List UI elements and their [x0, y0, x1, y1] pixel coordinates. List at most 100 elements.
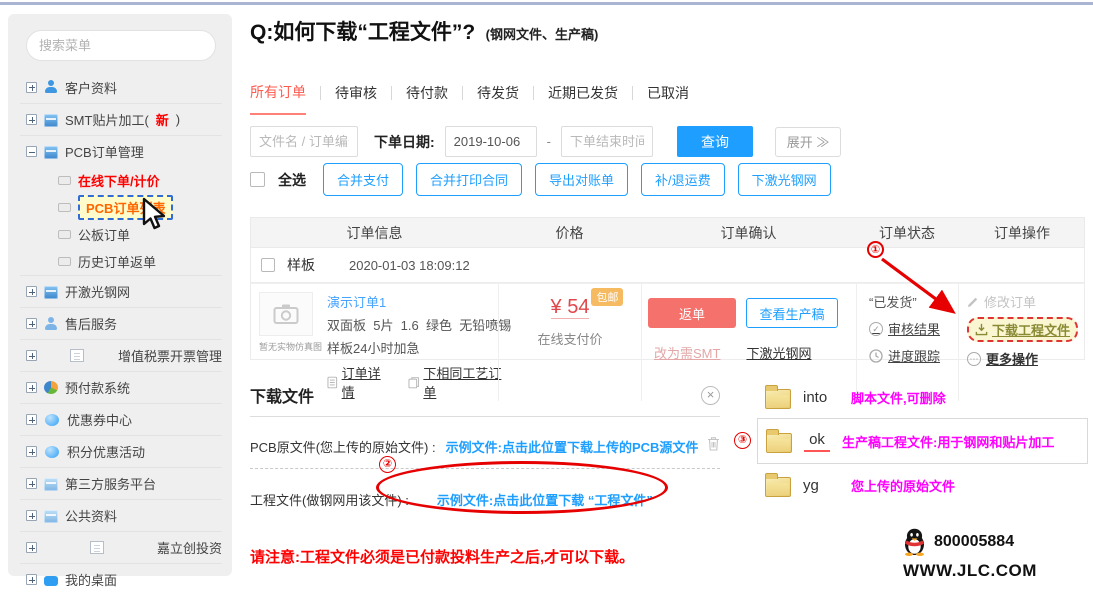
tab-pending-audit[interactable]: 待审核 [335, 83, 377, 114]
select-all-checkbox[interactable] [250, 172, 265, 187]
order-type-label: 样板 [287, 257, 315, 273]
pcb-source-file-row: PCB原文件(您上传的原始文件) : 示例文件:点击此位置下载上传的PCB源文件 [250, 436, 720, 456]
clock-icon [869, 348, 883, 363]
expand-icon[interactable] [26, 114, 37, 125]
sidebar-item-after-sales[interactable]: 售后服务 [20, 307, 222, 339]
sidebar-item-pcb-orders[interactable]: PCB订单管理 [20, 135, 222, 167]
tab-pending-shipment[interactable]: 待发货 [477, 83, 519, 114]
export-statement-button[interactable]: 导出对账单 [535, 163, 629, 196]
reorder-button[interactable]: 返单 [648, 298, 736, 328]
sidebar-item-label: 开激光钢网 [65, 285, 131, 300]
sidebar-item-label: 优惠券中心 [67, 413, 133, 428]
order-name-link[interactable]: 演示订单1 [327, 292, 511, 311]
order-stencil-button[interactable]: 下激光钢网 [737, 163, 831, 196]
folder-name: ok [804, 431, 830, 452]
sidebar-item-vat-invoice[interactable]: 增值税票开票管理 [20, 339, 222, 371]
more-ellipsis-icon: ⋯ [967, 351, 981, 366]
platform-window-icon [44, 477, 58, 491]
expand-filters-button[interactable]: 展开 ≫ [775, 126, 842, 157]
more-actions-link[interactable]: ⋯ 更多操作 [967, 349, 1086, 368]
pcb-source-file-label: PCB原文件(您上传的原始文件) : [250, 439, 436, 455]
sidebar-subitem-public-board[interactable]: 公板订单 [20, 221, 222, 248]
menu-search-input[interactable] [39, 38, 215, 53]
expand-icon[interactable] [26, 542, 37, 553]
sidebar-subitem-label: 公板订单 [78, 228, 131, 243]
tab-recently-shipped[interactable]: 近期已发货 [548, 83, 618, 114]
page-title: Q:如何下载“工程文件”? [250, 21, 476, 44]
mouse-cursor-icon [142, 197, 166, 230]
date-range-separator: - [546, 134, 552, 149]
tab-all-orders[interactable]: 所有订单 [250, 82, 306, 115]
expand-icon[interactable] [26, 414, 37, 425]
change-to-smt-link[interactable]: 改为需SMT [654, 343, 720, 362]
date-from-input[interactable] [444, 126, 537, 157]
collapse-icon[interactable] [26, 146, 37, 157]
menu-search-box[interactable] [26, 30, 216, 61]
annotation-step2: ② [379, 456, 396, 473]
sidebar-subitem-online-order[interactable]: 在线下单/计价 [20, 167, 222, 194]
laser-stencil-link[interactable]: 下激光钢网 [746, 343, 811, 362]
sidebar-item-laser-stencil[interactable]: 开激光钢网 [20, 275, 222, 307]
tab-cancelled[interactable]: 已取消 [647, 83, 689, 114]
modify-order-link[interactable]: 修改订单 [967, 292, 1086, 311]
order-rush-label: 样板24小时加急 [327, 341, 420, 356]
window-top-border [0, 2, 1093, 5]
folder-row-ok: ③ ok 生产稿工程文件:用于钢网和贴片加工 [734, 418, 1088, 464]
sidebar-item-label: 预付款系统 [65, 381, 131, 396]
merge-print-contract-button[interactable]: 合并打印合同 [416, 163, 523, 196]
order-checkbox[interactable] [261, 258, 275, 272]
qq-number: 800005884 [934, 533, 1015, 550]
close-icon[interactable]: × [701, 385, 720, 405]
expand-icon[interactable] [26, 574, 37, 585]
sidebar-item-customer-info[interactable]: 客户资料 [20, 71, 222, 103]
pcb-source-download-link[interactable]: 示例文件:点击此位置下载上传的PCB源文件 [446, 437, 699, 456]
download-panel-title: 下载文件 [250, 389, 315, 406]
date-to-input[interactable] [561, 126, 654, 157]
expand-icon[interactable] [26, 318, 37, 329]
sidebar-item-coupon-center[interactable]: 优惠券中心 [20, 403, 222, 435]
sidebar-item-prepay[interactable]: 预付款系统 [20, 371, 222, 403]
stencil-module-icon [44, 285, 58, 299]
sidebar-item-label: 公共资料 [65, 509, 118, 524]
order-specs: 双面板 5片 1.6 绿色 无铅喷锡 [327, 318, 512, 333]
expand-icon[interactable] [26, 478, 37, 489]
invest-doc-icon [89, 541, 104, 554]
sidebar-item-points-activity[interactable]: 积分优惠活动 [20, 435, 222, 467]
submenu-icon [58, 230, 71, 239]
website-url: WWW.JLC.COM [903, 561, 1037, 580]
expand-icon[interactable] [26, 81, 37, 93]
sidebar-item-label: SMT贴片加工( [65, 113, 149, 128]
sidebar: 客户资料 SMT贴片加工(新) PCB订单管理 在线下单/计价 PCB订单列表 … [8, 14, 232, 588]
expand-icon[interactable] [26, 446, 37, 457]
pcb-module-icon [44, 145, 58, 159]
sidebar-item-label: ) [175, 112, 181, 127]
sidebar-item-smt[interactable]: SMT贴片加工(新) [20, 103, 222, 135]
sidebar-item-my-desktop[interactable]: 我的桌面 [20, 563, 222, 595]
refund-shipping-button[interactable]: 补/退运费 [641, 163, 725, 196]
submenu-icon [58, 203, 71, 212]
price-link[interactable]: ¥ 54 [550, 296, 590, 319]
sidebar-item-label: 增值税票开票管理 [117, 349, 222, 364]
expand-icon[interactable] [26, 350, 37, 361]
search-button[interactable]: 查询 [677, 126, 754, 157]
expand-icon[interactable] [26, 382, 37, 393]
tab-pending-payment[interactable]: 待付款 [406, 83, 448, 114]
merge-pay-button[interactable]: 合并支付 [323, 163, 404, 196]
more-actions-label: 更多操作 [986, 352, 1039, 367]
expand-icon[interactable] [26, 286, 37, 297]
sidebar-subitem-pcb-order-list[interactable]: PCB订单列表 [20, 194, 222, 221]
expand-icon[interactable] [26, 510, 37, 521]
smt-module-icon [44, 113, 58, 127]
progress-tracking-link[interactable]: 进度跟踪 [869, 346, 958, 365]
folder-row-into: into 脚本文件,可删除 [757, 376, 1088, 418]
view-production-draft-button[interactable]: 查看生产稿 [746, 298, 838, 328]
sidebar-item-public-resources[interactable]: 公共资料 [20, 499, 222, 531]
download-engineering-file-link[interactable]: 下载工程文件 [967, 317, 1079, 342]
sidebar-item-label: 积分优惠活动 [67, 445, 146, 460]
sidebar-subitem-history-reorder[interactable]: 历史订单返单 [20, 248, 222, 275]
trash-icon[interactable] [707, 436, 720, 456]
sidebar-item-third-party[interactable]: 第三方服务平台 [20, 467, 222, 499]
warning-note: 请注意:工程文件必须是已付款投料生产之后,才可以下载。 [250, 549, 635, 566]
keyword-input[interactable] [250, 126, 358, 157]
sidebar-item-jlc-invest[interactable]: 嘉立创投资 [20, 531, 222, 563]
